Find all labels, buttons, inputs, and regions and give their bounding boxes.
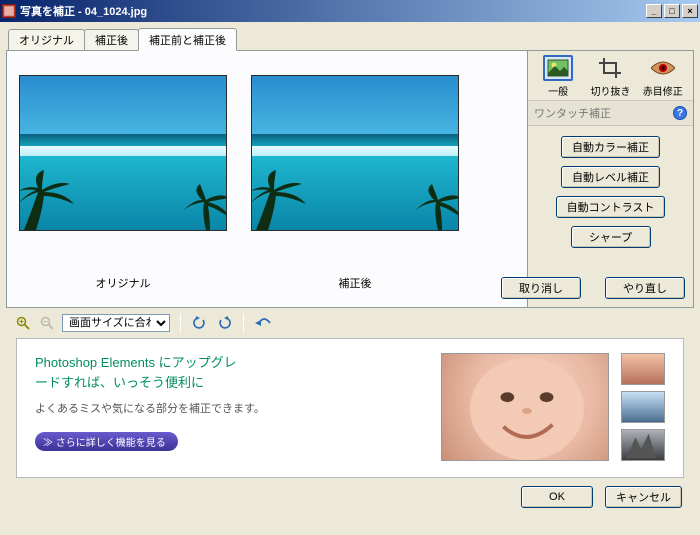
cancel-button[interactable]: キャンセル: [605, 486, 682, 508]
promo-heading-line2: ードすれば、いっそう便利に: [35, 375, 204, 390]
maximize-button[interactable]: □: [664, 4, 680, 18]
zoom-out-icon[interactable]: [38, 314, 56, 332]
mode-crop[interactable]: 切り抜き: [586, 55, 634, 98]
mode-general-label: 一般: [534, 83, 582, 98]
tab-original[interactable]: オリジナル: [8, 29, 85, 51]
mode-crop-label: 切り抜き: [586, 83, 634, 98]
title-bar: 写真を補正 - 04_1024.jpg _ □ ×: [0, 0, 700, 22]
rotate-cw-icon[interactable]: [215, 314, 233, 332]
tab-after[interactable]: 補正後: [84, 29, 139, 51]
redeye-icon: [648, 55, 678, 81]
ok-button[interactable]: OK: [521, 486, 593, 508]
promo-thumb-3: [621, 429, 665, 461]
promo-thumb-2: [621, 391, 665, 423]
promo-main-image: [441, 353, 609, 461]
zoom-select[interactable]: 画面サイズに合わせる: [62, 314, 170, 332]
tab-before-after[interactable]: 補正前と補正後: [138, 28, 237, 51]
promo-body: よくあるミスや気になる部分を補正できます。: [35, 400, 441, 416]
side-section-title: ワンタッチ補正 ?: [528, 100, 693, 126]
side-panel: 一般 切り抜き 赤目修正 ワンタッチ補正 ?: [527, 51, 693, 307]
redo-button[interactable]: やり直し: [605, 277, 685, 299]
promo-heading: Photoshop Elements にアップグレ ードすれば、いっそう便利に: [35, 353, 441, 392]
zoom-in-icon[interactable]: [14, 314, 32, 332]
window-title: 写真を補正 - 04_1024.jpg: [20, 3, 147, 19]
mode-general[interactable]: 一般: [534, 55, 582, 98]
side-title-text: ワンタッチ補正: [534, 105, 611, 121]
main-panel: オリジナル 補正後 一般: [6, 50, 694, 308]
mode-redeye-label: 赤目修正: [639, 83, 687, 98]
close-button[interactable]: ×: [682, 4, 698, 18]
original-image: [19, 75, 227, 231]
auto-color-button[interactable]: 自動カラー補正: [561, 136, 660, 158]
help-icon[interactable]: ?: [673, 106, 687, 120]
rotate-ccw-icon[interactable]: [191, 314, 209, 332]
toolbar-separator: [180, 314, 181, 332]
promo-heading-line1: Photoshop Elements にアップグレ: [35, 355, 237, 370]
mode-redeye[interactable]: 赤目修正: [639, 55, 687, 98]
tab-bar: オリジナル 補正後 補正前と補正後: [8, 28, 694, 50]
promo-more-button[interactable]: ≫ さらに詳しく機能を見る: [35, 432, 178, 451]
after-image: [251, 75, 459, 231]
after-caption: 補正後: [339, 275, 372, 291]
auto-level-button[interactable]: 自動レベル補正: [561, 166, 660, 188]
image-compare-area: オリジナル 補正後: [15, 59, 517, 299]
undo-button[interactable]: 取り消し: [501, 277, 581, 299]
undo-icon[interactable]: [254, 314, 272, 332]
promo-panel: Photoshop Elements にアップグレ ードすれば、いっそう便利に …: [16, 338, 684, 478]
original-caption: オリジナル: [96, 275, 151, 291]
toolbar-separator: [243, 314, 244, 332]
auto-contrast-button[interactable]: 自動コントラスト: [556, 196, 666, 218]
general-icon: [543, 55, 573, 81]
promo-thumb-1: [621, 353, 665, 385]
minimize-button[interactable]: _: [646, 4, 662, 18]
app-icon: [2, 4, 16, 18]
zoom-toolbar: 画面サイズに合わせる: [6, 312, 694, 334]
crop-icon: [595, 55, 625, 81]
sharpen-button[interactable]: シャープ: [571, 226, 651, 248]
